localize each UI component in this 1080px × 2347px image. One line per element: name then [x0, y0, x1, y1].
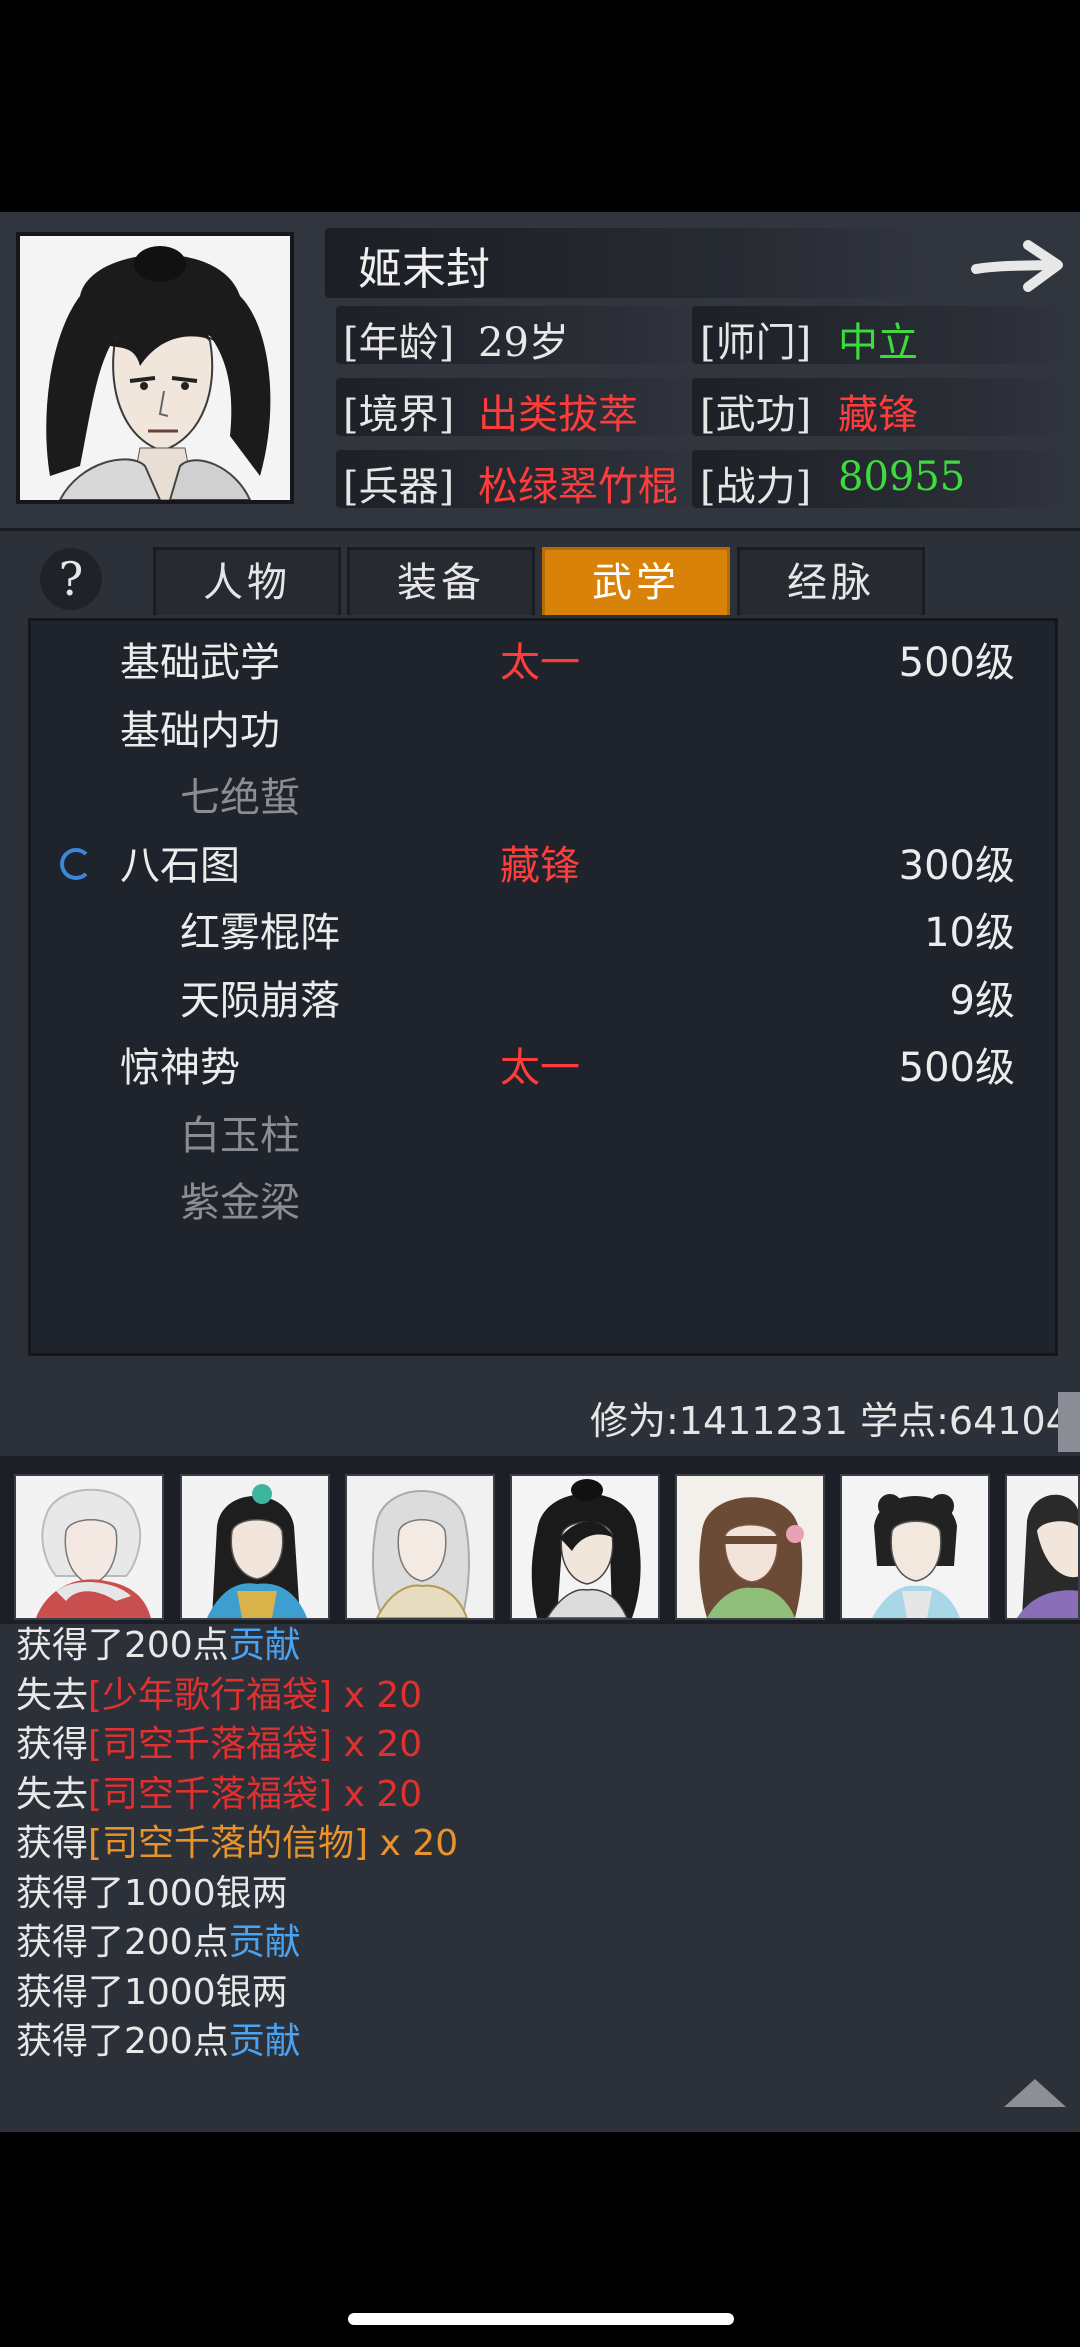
- cultivation-stats: 修为:1411231 学点:6410497: [590, 1399, 1080, 1443]
- tab-meridians[interactable]: 经脉: [737, 547, 925, 615]
- log-segment[interactable]: [司空千落福袋]: [88, 1774, 332, 1815]
- skill-style: 太一: [500, 1045, 580, 1091]
- skill-row[interactable]: 天陨崩落 9级: [28, 968, 1058, 1034]
- log-line: 获得了200点贡献: [16, 1616, 301, 1668]
- loading-spinner-icon: [60, 848, 92, 880]
- log-segment: 失去: [16, 1773, 89, 1815]
- log-line: 获得[司空千落福袋] x 20: [16, 1715, 422, 1767]
- home-indicator[interactable]: [348, 2313, 734, 2325]
- log-segment: 获得: [16, 1724, 89, 1765]
- character-card[interactable]: [510, 1474, 660, 1620]
- log-line: 失去[司空千落福袋] x 20: [16, 1765, 422, 1817]
- martial-label: [武功]: [700, 392, 812, 438]
- log-segment[interactable]: [司空千落的信物]: [88, 1823, 368, 1864]
- character-card[interactable]: [675, 1474, 825, 1620]
- character-card[interactable]: [345, 1474, 495, 1620]
- character-card[interactable]: [840, 1474, 990, 1620]
- skill-row[interactable]: 基础武学 太一 500级: [28, 630, 1058, 696]
- sect-label: [师门]: [700, 320, 812, 366]
- skill-level: 300级: [898, 842, 1015, 889]
- weapon-value[interactable]: 松绿翠竹棍: [478, 454, 678, 512]
- log-segment: 获得了1000银两: [16, 1971, 288, 2013]
- skill-row[interactable]: 紫金梁: [28, 1170, 1058, 1236]
- skill-name: 白玉柱: [180, 1112, 300, 1159]
- log-segment: 获得了200点: [16, 1922, 229, 1963]
- log-segment: 失去: [16, 1674, 89, 1716]
- character-portrait[interactable]: [16, 232, 294, 504]
- help-button[interactable]: ?: [40, 548, 102, 610]
- log-segment[interactable]: [司空千落福袋]: [88, 1724, 332, 1765]
- skill-name: 惊神势: [120, 1045, 240, 1091]
- character-name: 姬末封: [358, 244, 490, 295]
- character-card[interactable]: [1005, 1474, 1080, 1620]
- skill-name: 基础武学: [120, 640, 280, 686]
- log-line: 失去[少年歌行福袋] x 20: [16, 1666, 422, 1718]
- skill-name: 红雾棍阵: [180, 910, 340, 956]
- age-label: [年龄]: [343, 320, 455, 366]
- realm-label: [境界]: [343, 392, 455, 438]
- log-segment: 获得了200点: [16, 2021, 229, 2062]
- log-segment[interactable]: x 20: [332, 1675, 423, 1716]
- log-segment[interactable]: x 20: [332, 1724, 423, 1765]
- log-segment[interactable]: 贡献: [229, 1922, 301, 1963]
- log-segment[interactable]: x 20: [368, 1823, 459, 1864]
- skill-row[interactable]: 七绝蜇: [28, 765, 1058, 831]
- power-label: [战力]: [700, 464, 812, 510]
- skill-row[interactable]: 白玉柱: [28, 1103, 1058, 1169]
- log-line: 获得了200点贡献: [16, 2012, 301, 2064]
- skill-row[interactable]: 八石图 藏锋 300级: [28, 833, 1058, 899]
- log-segment: 获得了1000银两: [16, 1872, 288, 1914]
- log-segment[interactable]: x 20: [332, 1774, 423, 1815]
- tab-martial-arts[interactable]: 武学: [542, 547, 730, 615]
- log-line: 获得了1000银两: [16, 1864, 288, 1916]
- tab-character[interactable]: 人物: [153, 547, 341, 615]
- age-value: 29岁: [478, 320, 569, 366]
- log-segment[interactable]: 贡献: [229, 2021, 301, 2062]
- sect-value: 中立: [838, 320, 918, 366]
- character-card[interactable]: [180, 1474, 330, 1620]
- skill-row[interactable]: 惊神势 太一 500级: [28, 1035, 1058, 1101]
- skill-level: 500级: [898, 640, 1015, 686]
- skill-level: 500级: [898, 1045, 1015, 1091]
- skill-style: 藏锋: [500, 842, 580, 889]
- tab-equipment[interactable]: 装备: [347, 547, 535, 615]
- scroll-up-icon[interactable]: [1000, 2075, 1070, 2109]
- log-line: 获得了200点贡献: [16, 1913, 301, 1965]
- character-card[interactable]: [14, 1474, 164, 1620]
- skill-name: 七绝蜇: [180, 775, 300, 821]
- next-arrow-icon[interactable]: [970, 235, 1070, 297]
- log-segment[interactable]: [少年歌行福袋]: [88, 1675, 332, 1716]
- realm-value: 出类拔萃: [478, 392, 638, 438]
- skill-name: 八石图: [120, 842, 240, 889]
- skill-name: 紫金梁: [180, 1180, 300, 1226]
- skill-row[interactable]: 红雾棍阵 10级: [28, 900, 1058, 966]
- skill-name: 基础内功: [120, 707, 280, 754]
- skill-level: 10级: [924, 910, 1015, 956]
- skill-level: 9级: [949, 977, 1015, 1024]
- log-line: 获得了1000银两: [16, 1963, 288, 2015]
- side-drawer-handle[interactable]: [1058, 1392, 1080, 1452]
- log-segment: 获得: [16, 1823, 89, 1864]
- martial-value: 藏锋: [838, 392, 918, 438]
- skill-style: 太一: [500, 640, 580, 686]
- log-segment[interactable]: 贡献: [229, 1625, 301, 1666]
- weapon-label: [兵器]: [343, 464, 455, 510]
- power-value: 80955: [838, 454, 966, 500]
- log-line: 获得[司空千落的信物] x 20: [16, 1814, 458, 1866]
- skill-row[interactable]: 基础内功: [28, 698, 1058, 764]
- skill-name: 天陨崩落: [180, 977, 340, 1024]
- log-segment: 获得了200点: [16, 1625, 229, 1666]
